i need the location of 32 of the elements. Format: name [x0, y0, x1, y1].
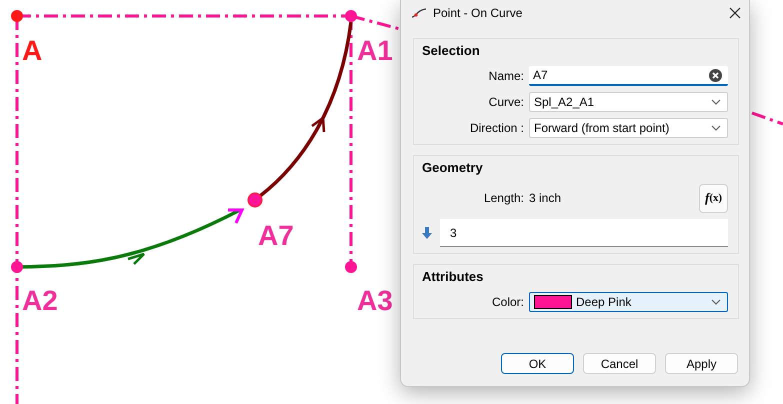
- field-label: Direction :: [468, 121, 524, 135]
- point-label: A1: [357, 35, 393, 66]
- field-label: Name:: [488, 69, 524, 83]
- curve-icon: [411, 8, 427, 18]
- field-label: Color:: [490, 295, 524, 309]
- input-field[interactable]: 3: [440, 219, 728, 247]
- color-dropdown[interactable]: Deep Pink: [529, 292, 728, 312]
- field-label: Length:: [482, 191, 524, 205]
- point-label: A: [22, 35, 42, 66]
- window-title: Point - On Curve: [433, 6, 524, 20]
- dashed-line: [752, 112, 783, 126]
- dialog-button[interactable]: Cancel: [583, 353, 656, 374]
- dropdown[interactable]: Spl_A2_A1: [529, 92, 728, 112]
- group-title: Geometry: [422, 160, 484, 175]
- close-icon[interactable]: [729, 7, 741, 19]
- clear-icon[interactable]: [709, 68, 722, 82]
- tick-mark: [228, 208, 244, 224]
- point-label: A3: [357, 285, 393, 316]
- point-label: A2: [22, 285, 58, 316]
- length-value: 3 inch: [529, 191, 562, 205]
- point-label: A7: [258, 220, 294, 251]
- group-title: Attributes: [422, 269, 484, 284]
- chevron-icon: [711, 125, 721, 131]
- chevron-icon: [711, 299, 721, 305]
- dropdown[interactable]: Forward (from start point): [529, 118, 728, 138]
- dialog-button[interactable]: OK: [501, 353, 574, 374]
- down-arrow-icon: [422, 227, 432, 239]
- field-label: Curve:: [488, 95, 524, 109]
- name-field[interactable]: A7: [529, 66, 728, 86]
- chevron-icon: [711, 99, 721, 105]
- group-title: Selection: [422, 43, 481, 58]
- dialog-button[interactable]: Apply: [665, 353, 738, 374]
